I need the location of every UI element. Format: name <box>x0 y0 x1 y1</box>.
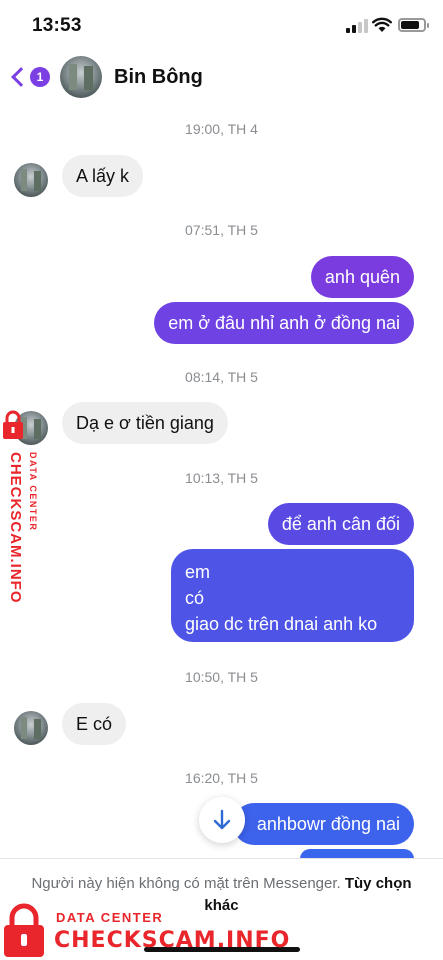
wifi-icon <box>372 17 392 32</box>
message-outgoing-multiline[interactable]: em có giao dc trên dnai anh ko <box>171 549 414 642</box>
watermark-label-top: DATA CENTER <box>28 452 38 532</box>
message-outgoing[interactable]: anh quên <box>310 256 414 298</box>
timestamp: 16:20, TH 5 <box>185 770 258 786</box>
timestamp: 10:13, TH 5 <box>185 470 258 486</box>
cellular-signal-icon <box>346 19 368 33</box>
timestamp: 08:14, TH 5 <box>185 369 258 385</box>
contact-avatar[interactable] <box>60 56 102 98</box>
watermark-label-main: CHECKSCAM.INFO <box>54 928 291 953</box>
message-outgoing[interactable]: anhbowr đồng nai <box>232 803 414 845</box>
back-button[interactable]: 1 <box>8 62 50 92</box>
unavailable-text: Người này hiện không có mặt trên Messeng… <box>31 875 341 892</box>
message-incoming[interactable]: E có <box>62 703 127 745</box>
message-line: em <box>185 562 211 582</box>
message-incoming[interactable]: A lấy k <box>62 155 144 197</box>
message-incoming[interactable]: Dạ e ơ tiền giang <box>62 402 228 444</box>
timestamp: 10:50, TH 5 <box>185 669 258 685</box>
status-time: 13:53 <box>32 15 82 36</box>
message-line: có <box>185 588 205 608</box>
lock-icon <box>3 410 23 439</box>
chat-header: 1 Bin Bông <box>0 50 443 106</box>
watermark-bottom: DATA CENTER CHECKSCAM.INFO <box>0 900 300 960</box>
chevron-left-icon <box>11 67 31 87</box>
message-outgoing[interactable]: em ở đâu nhỉ anh ở đồng nai <box>154 302 414 344</box>
watermark-side: DATA CENTER CHECKSCAM.INFO <box>0 410 44 630</box>
contact-name[interactable]: Bin Bông <box>114 66 203 89</box>
contact-avatar-small[interactable] <box>14 711 48 745</box>
status-bar: 13:53 <box>0 0 443 50</box>
watermark-label-main: CHECKSCAM.INFO <box>7 452 24 604</box>
timestamp: 07:51, TH 5 <box>185 222 258 238</box>
scroll-to-bottom-button[interactable] <box>199 797 245 843</box>
battery-icon <box>398 18 429 32</box>
arrow-down-icon <box>213 809 231 830</box>
timestamp: 19:00, TH 4 <box>185 121 258 137</box>
message-line: giao dc trên dnai anh ko <box>185 614 378 634</box>
lock-icon <box>4 903 44 957</box>
unread-count-badge: 1 <box>30 67 50 87</box>
message-outgoing[interactable]: để anh cân đối <box>267 503 414 545</box>
watermark-label-top: DATA CENTER <box>56 910 164 925</box>
contact-avatar-small[interactable] <box>14 163 48 197</box>
